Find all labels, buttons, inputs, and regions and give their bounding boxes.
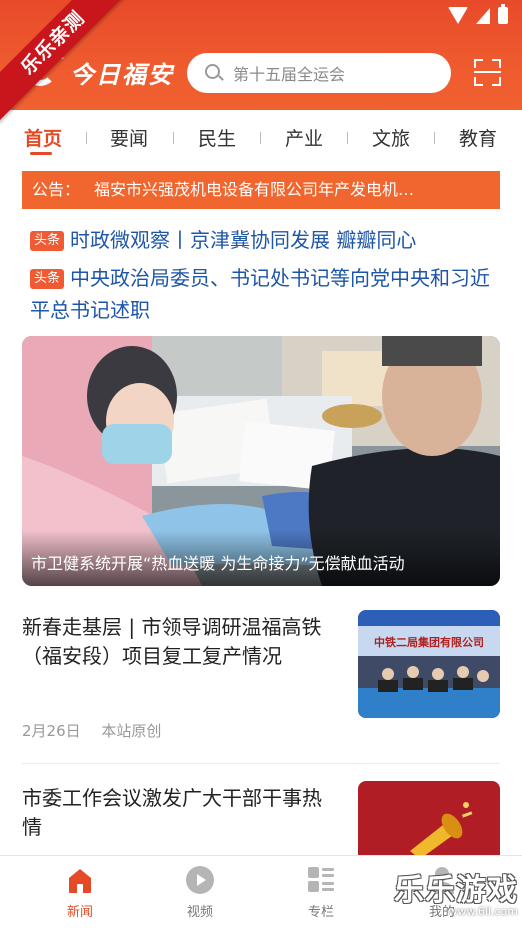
tab-education[interactable]: 教育	[459, 124, 497, 151]
article-title[interactable]: 市委工作会议激发广大干部干事热情	[22, 784, 334, 842]
battery-icon	[498, 4, 508, 24]
tab-culture-tourism[interactable]: 文旅	[372, 124, 410, 151]
nav-news[interactable]: 新闻	[40, 856, 120, 920]
featured-caption: 市卫健系统开展“热血送暖 为生命接力”无偿献血活动	[22, 530, 500, 586]
signal-icon	[476, 7, 490, 24]
wifi-icon	[448, 7, 468, 24]
search-icon	[205, 64, 224, 82]
channel-tabs: 首页 要闻 民生 产业 文旅 教育	[0, 112, 522, 164]
article-source: 本站原创	[101, 722, 162, 740]
headline-item[interactable]: 头条 中央政治局委员、书记处书记等向党中央和习近平总书记述职	[30, 262, 490, 326]
search-bar[interactable]: 第十五届全运会	[187, 53, 451, 93]
nav-label: 视频	[186, 905, 213, 920]
megaphone-image	[358, 781, 500, 861]
notice-label: 公告：	[32, 180, 81, 199]
tab-separator	[173, 132, 174, 144]
article-date: 2月26日	[22, 722, 81, 740]
tab-livelihood[interactable]: 民生	[198, 124, 236, 151]
notice-bar[interactable]: 公告： 福安市兴强茂机电设备有限公司年产发电机…	[22, 171, 500, 209]
active-tab-indicator	[30, 152, 52, 155]
article-title[interactable]: 新春走基层 | 市领导调研温福高铁（福安段）项目复工复产情况	[22, 613, 334, 671]
headline-item[interactable]: 头条 时政微观察丨京津冀协同发展 瓣瓣同心	[30, 224, 490, 256]
list-divider	[22, 763, 500, 764]
logo-text: 今日福安	[70, 60, 174, 89]
meeting-photo: 中铁二局集团有限公司	[358, 610, 500, 718]
site-watermark: 乐乐游戏 www.6ll.com	[394, 865, 518, 918]
article-thumbnail[interactable]: 中铁二局集团有限公司	[358, 610, 500, 718]
nav-video[interactable]: 视频	[160, 856, 240, 920]
headline-text: 时政微观察丨京津冀协同发展 瓣瓣同心	[70, 228, 417, 252]
nav-label: 新闻	[66, 905, 93, 920]
nav-columns[interactable]: 专栏	[281, 856, 361, 920]
headline-tag: 头条	[30, 231, 65, 251]
nav-label: 专栏	[307, 905, 334, 920]
tab-separator	[347, 132, 348, 144]
play-icon	[185, 865, 215, 895]
article-meta: 2月26日 本站原创	[22, 720, 177, 741]
scan-icon[interactable]	[474, 59, 501, 86]
watermark-text: 乐乐游戏	[394, 873, 518, 908]
columns-icon	[306, 865, 336, 895]
headline-text: 中央政治局委员、书记处书记等向党中央和习近平总书记述职	[30, 266, 491, 322]
notice-text: 福安市兴强茂机电设备有限公司年产发电机…	[94, 180, 415, 199]
tab-industry[interactable]: 产业	[285, 124, 323, 151]
featured-story[interactable]: 市卫健系统开展“热血送暖 为生命接力”无偿献血活动	[22, 336, 500, 586]
tab-separator	[434, 132, 435, 144]
tab-news[interactable]: 要闻	[110, 124, 148, 151]
home-icon	[65, 865, 95, 895]
tab-separator	[260, 132, 261, 144]
tab-separator	[86, 132, 87, 144]
tab-home[interactable]: 首页	[24, 124, 62, 151]
article-thumbnail[interactable]	[358, 781, 500, 861]
search-placeholder: 第十五届全运会	[233, 65, 346, 84]
headline-tag: 头条	[30, 269, 65, 289]
status-icons	[448, 4, 508, 24]
thumb-banner-text: 中铁二局集团有限公司	[374, 635, 484, 649]
